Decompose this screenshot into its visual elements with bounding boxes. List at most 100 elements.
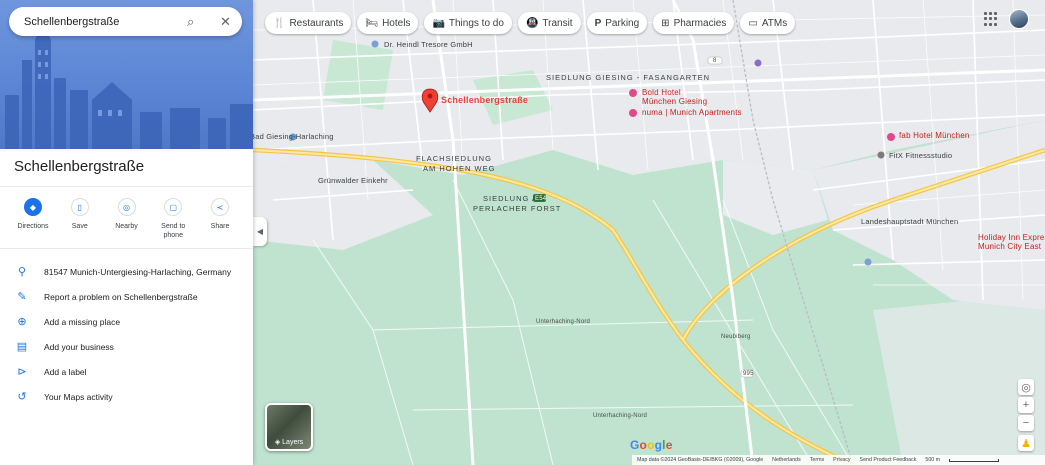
report-problem-text: Report a problem on Schellenbergstraße [44, 291, 198, 302]
map-label-bad-giesing[interactable]: Bad Giesing-Harlaching [253, 133, 334, 141]
map-label-siedlung: SIEDLUNG GIESING - FASANGARTEN [546, 73, 711, 82]
map-footer: Map data ©2024 GeoBasis-DE/BKG (©2009), … [632, 455, 1045, 465]
map-data-attribution: Map data ©2024 GeoBasis-DE/BKG (©2009), … [637, 457, 764, 463]
map-label-heindl[interactable]: Dr. Heindl Tresore GmbH [384, 41, 473, 49]
parking-icon: P [594, 17, 602, 29]
road-shield-8: 8 [713, 58, 717, 64]
restaurant-icon: 🍴 [273, 17, 286, 29]
category-chips: 🍴 Restaurants 🛏 Hotels 📷 Things to do 🚇 Tran… [265, 12, 796, 34]
maps-activity-text: Your Maps activity [44, 391, 113, 402]
search-icon[interactable]: ⌕ [187, 14, 194, 30]
add-label-row[interactable]: ⊳ Add a label [0, 359, 253, 384]
bookmark-icon: ▯ [77, 202, 82, 212]
action-label: Share [210, 223, 230, 230]
terms-link[interactable]: Terms [810, 457, 824, 463]
chip-label: Parking [605, 17, 640, 29]
directions-button[interactable]: ◆ Directions [10, 198, 56, 240]
layers-button[interactable]: ◈ Layers [265, 403, 313, 451]
chip-transit[interactable]: 🚇 Transit [517, 12, 581, 34]
nearby-icon: ◎ [123, 202, 130, 212]
directions-icon: ◆ [29, 202, 37, 212]
search-input[interactable] [24, 15, 174, 28]
share-button[interactable]: ≺ Share [197, 198, 243, 240]
chip-atms[interactable]: ▭ ATMs [740, 12, 796, 34]
map-label-landeshaupt[interactable]: Landeshauptstadt München [861, 218, 958, 226]
chip-pharmacies[interactable]: ⊞ Pharmacies [653, 12, 735, 34]
phone-icon: ▢ [169, 202, 178, 212]
map-label-unterhaching-1[interactable]: Unterhaching-Nord [536, 318, 590, 326]
scale-label[interactable]: 500 m [925, 457, 940, 463]
chip-restaurants[interactable]: 🍴 Restaurants [265, 12, 352, 34]
pin-icon: ⚲ [17, 266, 27, 278]
my-location-icon: ◎ [1021, 381, 1031, 394]
map-label-numa[interactable]: numa | Munich Apartments [642, 109, 742, 117]
map-canvas[interactable]: Dr. Heindl Tresore GmbH Schellenbergstra… [253, 0, 1045, 465]
place-title: Schellenbergstraße [14, 158, 145, 175]
map-label-siedlung-forst-2: PERLACHER FORST [473, 204, 562, 213]
add-label-text: Add a label [44, 366, 87, 377]
address-row[interactable]: ⚲ 81547 Munich-Untergiesing-Harlaching, G… [0, 259, 253, 284]
scale-bar [949, 458, 1000, 462]
map-label-holiday-inn-2[interactable]: Munich City East [978, 243, 1041, 251]
transit-icon: 🚇 [525, 17, 539, 29]
chip-things-to-do[interactable]: 📷 Things to do [424, 12, 512, 34]
feedback-link[interactable]: Send Product Feedback [860, 457, 917, 463]
label-icon: ⊳ [17, 366, 27, 378]
search-box[interactable]: ⌕ ✕ [9, 7, 242, 36]
action-label: Nearby [115, 223, 138, 230]
country-link[interactable]: Netherlands [772, 457, 801, 463]
place-panel: ⌕ ✕ Schellenbergstraße ◆ Directions ▯ Sa… [0, 0, 253, 465]
google-logo: Google [630, 438, 673, 452]
add-business-row[interactable]: ▤ Add your business [0, 334, 253, 359]
map-label-fitx[interactable]: FitX Fitnessstudio [889, 152, 952, 160]
map-label-bold-hotel-1[interactable]: Bold Hotel [642, 89, 681, 97]
divider [0, 248, 253, 249]
my-location-button[interactable]: ◎ [1018, 379, 1034, 395]
save-button[interactable]: ▯ Save [57, 198, 103, 240]
pegman-button[interactable]: ♟ [1018, 435, 1034, 451]
privacy-link[interactable]: Privacy [833, 457, 850, 463]
send-to-phone-button[interactable]: ▢ Send to phone [150, 198, 196, 240]
map-label-selected-street[interactable]: Schellenbergstraße [441, 96, 528, 105]
map-label-unterhaching-2[interactable]: Unterhaching-Nord [593, 412, 647, 420]
maps-app: Dr. Heindl Tresore GmbH Schellenbergstra… [0, 0, 1045, 465]
chip-label: Hotels [382, 17, 411, 29]
map-label-fab-hotel[interactable]: fab Hotel München [899, 132, 970, 140]
map-label-gruenwalder[interactable]: Grünwalder Einkehr [318, 177, 388, 185]
road-shield-995: 995 [743, 371, 754, 377]
share-icon: ≺ [216, 202, 224, 212]
account-avatar[interactable] [1009, 9, 1029, 29]
map-label-neubiberg[interactable]: Neubiberg [721, 333, 751, 341]
add-missing-place-row[interactable]: ⊕ Add a missing place [0, 309, 253, 334]
action-label: Save [71, 223, 88, 230]
report-problem-row[interactable]: ✎ Report a problem on Schellenbergstraße [0, 284, 253, 309]
map-label-flachsiedlung-2: AM HOHEN WEG [423, 164, 496, 173]
atm-icon: ▭ [748, 17, 758, 29]
chip-label: Transit [542, 17, 573, 29]
map-label-bold-hotel-2[interactable]: München Giesing [642, 98, 707, 106]
map-label-flachsiedlung-1: FLACHSIEDLUNG [416, 154, 492, 163]
zoom-in-button[interactable]: + [1018, 397, 1034, 413]
nearby-button[interactable]: ◎ Nearby [104, 198, 150, 240]
add-business-text: Add your business [44, 341, 114, 352]
road-shield-e54: E54 [535, 196, 547, 202]
chip-parking[interactable]: P Parking [586, 12, 648, 34]
chip-hotels[interactable]: 🛏 Hotels [357, 12, 419, 34]
zoom-out-button[interactable]: − [1018, 415, 1034, 431]
add-missing-place-text: Add a missing place [44, 316, 121, 327]
hotel-icon: 🛏 [365, 17, 379, 29]
close-icon[interactable]: ✕ [220, 14, 231, 30]
maps-activity-row[interactable]: ↺ Your Maps activity [0, 384, 253, 409]
chip-label: ATMs [761, 17, 788, 29]
chip-label: Restaurants [289, 17, 344, 29]
collapse-panel-button[interactable]: ◀ [253, 217, 267, 246]
pegman-icon: ♟ [1021, 437, 1031, 450]
add-place-icon: ⊕ [17, 316, 27, 328]
apps-grid-icon[interactable] [984, 12, 998, 26]
action-label: Directions [17, 223, 49, 230]
map-base [253, 0, 1045, 465]
camera-icon: 📷 [432, 17, 445, 29]
action-label: Send to phone [161, 223, 186, 239]
map-label-holiday-inn-1[interactable]: Holiday Inn Express [978, 234, 1045, 242]
layers-label: Layers [282, 439, 304, 446]
